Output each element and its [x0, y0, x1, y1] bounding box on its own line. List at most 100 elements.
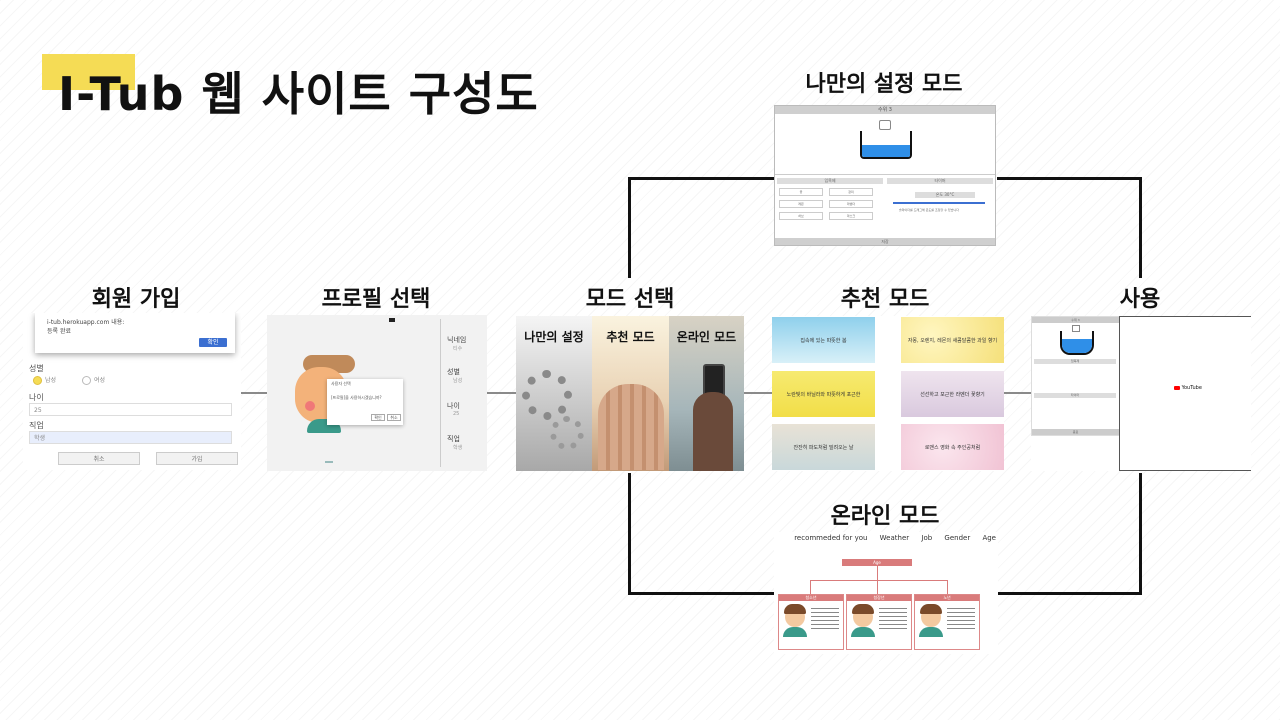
profile-side-3: 직업 학생 [447, 434, 462, 451]
mode-card-online[interactable]: 온라인 모드 [669, 316, 744, 471]
online-card-adult[interactable]: 청장년 [846, 594, 912, 650]
tree-leg-3 [947, 580, 948, 594]
card-head-adult: 청장년 [847, 595, 911, 601]
use-screenshot: 수위 3 입욕제 타이머 종료 YouTube [1031, 316, 1251, 471]
card-head-youth: 청소년 [779, 595, 843, 601]
online-card-youth[interactable]: 청소년 [778, 594, 844, 650]
recommend-tile-5[interactable]: 잔잔히 파도처럼 밀려오는 날 [772, 424, 875, 470]
tree-leg-2 [877, 580, 878, 594]
connector-top-right-vertical [1139, 177, 1142, 278]
connector-top-left-vertical [628, 177, 631, 278]
custom-item-button[interactable]: 허브 [779, 212, 823, 220]
nav-age[interactable]: Age [982, 534, 996, 542]
job-label: 직업 [29, 421, 44, 430]
connector-top-left-horizontal [628, 177, 774, 180]
gear-icon [522, 370, 572, 420]
online-screenshot: recommeded for you Weather Job Gender Ag… [774, 532, 998, 654]
gender-options: 남성 여성 [33, 375, 105, 385]
tree-leg-1 [810, 580, 811, 594]
connector-profile-mode [486, 392, 517, 394]
mode-card-recommend[interactable]: 추천 모드 [592, 316, 669, 471]
profile-top-icon [389, 318, 395, 322]
nav-gender[interactable]: Gender [944, 534, 970, 542]
tub-water [862, 145, 910, 157]
recommend-tile-3[interactable]: 노란빛의 바닐라와 따뜻하게 포근한 [772, 371, 875, 417]
label-mode-select: 모드 선택 [585, 287, 675, 312]
avatar [920, 604, 942, 627]
signup-screenshot: i-tub.herokuapp.com 내용: 등록 완료 확인 성별 남성 여… [23, 313, 241, 470]
custom-right-tab[interactable]: 타이머 [887, 178, 993, 184]
mode-title-online: 온라인 모드 [676, 330, 737, 344]
avatar-body [783, 627, 807, 637]
alert-url: i-tub.herokuapp.com 내용: [47, 319, 125, 326]
use-tab[interactable]: 입욕제 [1034, 359, 1116, 364]
page-title: I-Tub 웹 사이트 구성도 [58, 67, 539, 121]
nav-recommended[interactable]: recommeded for you [794, 534, 867, 542]
dialog-cancel[interactable]: 취소 [387, 414, 401, 421]
avatar-body [851, 627, 875, 637]
mode-card-custom[interactable]: 나만의 설정 [516, 316, 592, 471]
mode-title-recommend: 추천 모드 [606, 330, 655, 344]
custom-item-button[interactable]: 라벤더 [829, 200, 873, 208]
job-field[interactable]: 학생 [29, 431, 232, 444]
custom-mode-screenshot: 수위 3 입욕제 타이머 꽃 장미 레몬 라벤더 허브 마스크 온도 30°C 슬라이더를… [774, 105, 996, 246]
side-value-job: 학생 [453, 445, 463, 451]
youtube-play-icon [1174, 385, 1180, 390]
recommend-tile-2[interactable]: 자몽, 오렌지, 레몬의 새콤달콤한 과일 향기 [901, 317, 1004, 363]
custom-hint: 슬라이더를 드래그해 온도를 조정할 수 있습니다 [899, 208, 959, 212]
tree-stem [877, 566, 878, 580]
label-profile: 프로필 선택 [321, 287, 431, 312]
youtube-brand: YouTube [1181, 385, 1202, 391]
label-online-mode: 온라인 모드 [830, 504, 940, 529]
side-value-nickname: 티수 [453, 346, 463, 352]
profile-dialog: 사용자 선택 [프로필]을 사용하시겠습니까? 확인 취소 [327, 379, 403, 425]
profile-divider [440, 319, 441, 467]
profile-screenshot: 사용자 선택 [프로필]을 사용하시겠습니까? 확인 취소 닉네임 티수 성별 … [267, 315, 487, 471]
custom-divider [775, 174, 995, 175]
recommend-tile-1[interactable]: 집속에 있는 따뜻한 봄 [772, 317, 875, 363]
faucet-icon [879, 120, 891, 130]
use-end-button[interactable]: 종료 [1032, 429, 1119, 435]
radio-female[interactable] [81, 376, 91, 385]
alert-message: 등록 완료 [47, 328, 71, 335]
nav-job[interactable]: Job [921, 534, 932, 542]
card-text-lines [947, 605, 975, 632]
custom-header-bar: 수위 3 [775, 106, 995, 114]
recommend-screenshot: 집속에 있는 따뜻한 봄 자몽, 오렌지, 레몬의 새콤달콤한 과일 향기 노란… [772, 316, 1004, 471]
card-text-lines [811, 605, 839, 632]
label-signup: 회원 가입 [91, 287, 181, 312]
female-label: 여성 [93, 377, 106, 384]
dialog-title: 사용자 선택 [331, 381, 351, 386]
online-card-senior[interactable]: 노년 [914, 594, 980, 650]
temp-slider[interactable] [893, 202, 985, 204]
join-button[interactable]: 가입 [156, 452, 238, 465]
side-label-nickname: 닉네임 [447, 336, 467, 344]
radio-male[interactable] [33, 376, 42, 385]
avatar-body [919, 627, 943, 637]
hand-shape [693, 392, 733, 471]
side-value-gender: 남성 [453, 378, 463, 384]
age-field[interactable]: 25 [29, 403, 232, 416]
gear-icon-small [550, 416, 584, 450]
recommend-tile-4[interactable]: 선선하고 포근한 라벤더 꽃향기 [901, 371, 1004, 417]
youtube-logo[interactable]: YouTube [1174, 385, 1202, 391]
connector-recommend-use [1004, 392, 1032, 394]
alert-ok-button[interactable]: 확인 [199, 338, 227, 347]
male-label: 남성 [45, 377, 57, 384]
custom-item-button[interactable]: 마스크 [829, 212, 873, 220]
recommend-tile-6[interactable]: 로맨스 영화 속 주인공처럼 [901, 424, 1004, 470]
custom-item-button[interactable]: 꽃 [779, 188, 823, 196]
custom-item-button[interactable]: 장미 [829, 188, 873, 196]
custom-save-bar[interactable]: 저장 [775, 238, 995, 245]
connector-bottom-right-vertical [1139, 473, 1142, 594]
side-label-gender: 성별 [447, 368, 460, 376]
dialog-confirm[interactable]: 확인 [371, 414, 385, 421]
use-timer[interactable]: 타이머 [1034, 393, 1116, 398]
custom-item-button[interactable]: 레몬 [779, 200, 823, 208]
profile-side-1: 성별 남성 [447, 367, 462, 384]
cancel-button[interactable]: 취소 [58, 452, 140, 465]
nav-weather[interactable]: Weather [880, 534, 909, 542]
card-head-senior: 노년 [915, 595, 979, 601]
card-text-lines [879, 605, 907, 632]
custom-left-tab[interactable]: 입욕제 [777, 178, 883, 184]
